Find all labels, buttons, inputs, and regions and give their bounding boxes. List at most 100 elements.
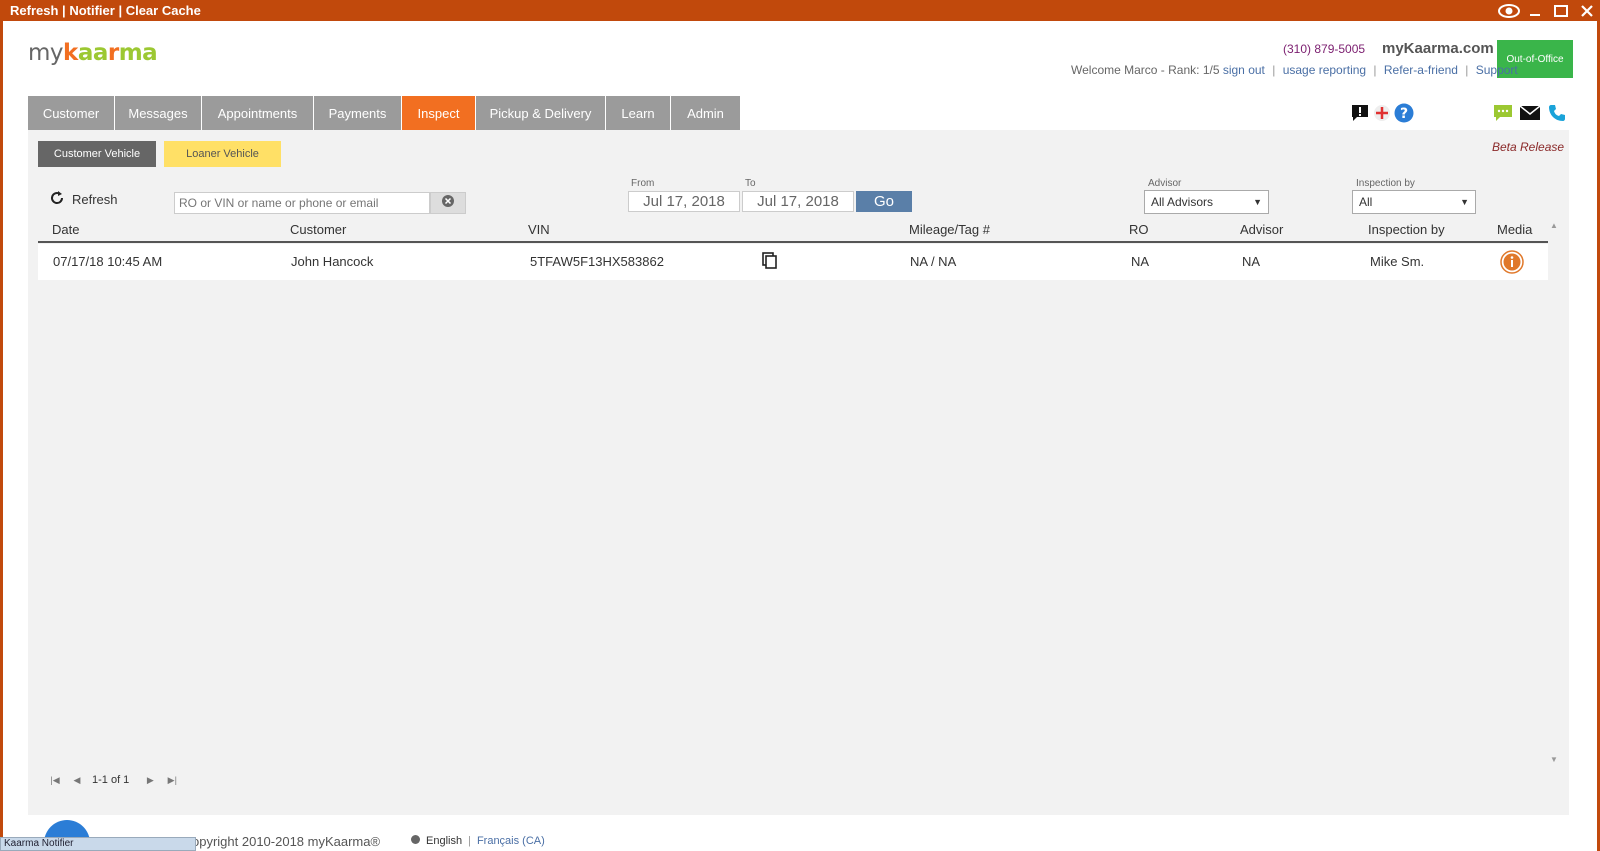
col-ro[interactable]: RO <box>1129 222 1149 237</box>
copyright-text: opyright 2010-2018 myKaarma® <box>192 834 381 849</box>
header-icons-right <box>1492 101 1568 125</box>
cell-ro: NA <box>1131 254 1150 269</box>
from-label: From <box>631 178 655 189</box>
eye-icon[interactable] <box>1496 0 1522 21</box>
to-date-input[interactable]: Jul 17, 2018 <box>742 191 854 212</box>
last-page-icon[interactable]: ▶| <box>161 775 183 786</box>
scroll-up-arrow[interactable]: ▲ <box>1550 221 1558 230</box>
cell-vin: 5TFAW5F13HX583862 <box>530 254 664 269</box>
refer-a-friend-link[interactable]: Refer-a-friend <box>1384 63 1458 77</box>
tab-inspect[interactable]: Inspect <box>402 96 476 130</box>
advisor-select[interactable]: All Advisors ▼ <box>1144 190 1269 214</box>
help-icon[interactable]: ? <box>1393 102 1415 124</box>
logo-my: my <box>28 40 64 66</box>
cell-inspection-by: Mike Sm. <box>1370 254 1425 269</box>
media-info-icon[interactable] <box>1500 250 1524 277</box>
col-customer[interactable]: Customer <box>290 222 346 237</box>
logo-aa: aa <box>77 40 109 66</box>
col-inspection-by[interactable]: Inspection by <box>1368 222 1445 237</box>
tab-pickup-delivery[interactable]: Pickup & Delivery <box>476 96 606 130</box>
logo-r: r <box>107 40 119 66</box>
tab-learn[interactable]: Learn <box>606 96 671 130</box>
titlebar-notifier-link[interactable]: Notifier <box>69 3 115 18</box>
prev-page-icon[interactable]: ◀ <box>66 775 88 786</box>
lang-english[interactable]: English <box>426 835 462 847</box>
cell-customer: John Hancock <box>291 254 374 269</box>
window-frame-left <box>0 21 3 851</box>
lang-french-ca[interactable]: Français (CA) <box>477 835 545 847</box>
tab-messages[interactable]: Messages <box>115 96 202 130</box>
tab-admin[interactable]: Admin <box>671 96 740 130</box>
refresh-button[interactable]: Refresh <box>50 191 118 208</box>
separator: | <box>1465 63 1469 77</box>
sign-out-link[interactable]: sign out <box>1223 63 1265 77</box>
separator: | <box>1373 63 1377 77</box>
titlebar-clear-cache-link[interactable]: Clear Cache <box>126 3 201 18</box>
col-media: Media <box>1497 222 1533 237</box>
col-mileage[interactable]: Mileage/Tag # <box>909 222 990 237</box>
col-date[interactable]: Date <box>52 222 79 237</box>
cell-advisor: NA <box>1242 254 1261 269</box>
inspection-by-label: Inspection by <box>1356 178 1415 189</box>
dealer-phone: (310) 879-5005 <box>1283 42 1366 56</box>
clear-search-button[interactable] <box>430 192 466 214</box>
support-link[interactable]: Support <box>1476 63 1518 77</box>
go-button[interactable]: Go <box>856 191 912 212</box>
to-label: To <box>745 178 756 189</box>
window-controls <box>1496 0 1600 21</box>
globe-icon <box>411 835 420 847</box>
titlebar-separator: | <box>118 3 123 18</box>
welcome-bar: Welcome Marco - Rank: 1/5 sign out | usa… <box>1071 63 1518 77</box>
window-titlebar: Refresh | Notifier | Clear Cache <box>0 0 1600 21</box>
customer-vehicle-button[interactable]: Customer Vehicle <box>38 141 156 167</box>
svg-text:?: ? <box>1400 106 1408 122</box>
tab-payments[interactable]: Payments <box>314 96 402 130</box>
inspection-by-select[interactable]: All ▼ <box>1352 190 1476 214</box>
col-vin[interactable]: VIN <box>528 222 550 237</box>
next-page-icon[interactable]: ▶ <box>139 775 161 786</box>
pager-info: 1-1 of 1 <box>92 774 130 786</box>
table-header: Date Customer VIN Mileage/Tag # RO Advis… <box>38 220 1548 243</box>
refresh-label: Refresh <box>72 192 118 207</box>
header-icons-left: ? <box>1349 101 1415 125</box>
feedback-icon[interactable] <box>1349 102 1371 124</box>
tab-customer[interactable]: Customer <box>28 96 115 130</box>
main-nav: Customer Messages Appointments Payments … <box>28 96 740 130</box>
loaner-vehicle-button[interactable]: Loaner Vehicle <box>164 141 281 167</box>
table-row[interactable]: 07/17/18 10:45 AM John Hancock 5TFAW5F13… <box>38 244 1548 280</box>
advisor-select-value: All Advisors <box>1151 195 1214 209</box>
minimize-icon[interactable] <box>1522 0 1548 21</box>
close-icon[interactable] <box>1574 0 1600 21</box>
advisor-label: Advisor <box>1148 178 1182 189</box>
refresh-icon <box>50 191 64 208</box>
col-advisor[interactable]: Advisor <box>1240 222 1283 237</box>
copy-icon[interactable] <box>762 252 778 273</box>
scroll-down-arrow[interactable]: ▼ <box>1550 755 1558 764</box>
mail-icon[interactable] <box>1519 102 1541 124</box>
usage-reporting-link[interactable]: usage reporting <box>1283 63 1366 77</box>
add-icon[interactable] <box>1371 102 1393 124</box>
beta-release-label: Beta Release <box>1492 140 1565 154</box>
tab-appointments[interactable]: Appointments <box>202 96 314 130</box>
inspection-by-select-value: All <box>1359 195 1373 209</box>
logo-ma: ma <box>118 40 158 66</box>
kaarma-notifier-taskbar[interactable]: Kaarma Notifier <box>0 837 196 851</box>
dropdown-arrow-icon: ▼ <box>1253 197 1262 207</box>
pagination: |◀ ◀ 1-1 of 1 ▶ ▶| <box>44 774 183 786</box>
rank-value: 1/5 <box>1202 63 1220 77</box>
mykaarma-logo: mykaarma <box>28 40 158 66</box>
titlebar-separator: | <box>62 3 66 18</box>
maximize-icon[interactable] <box>1548 0 1574 21</box>
first-page-icon[interactable]: |◀ <box>44 775 66 786</box>
dropdown-arrow-icon: ▼ <box>1460 197 1469 207</box>
phone-icon[interactable] <box>1546 102 1568 124</box>
chat-icon[interactable] <box>1492 102 1514 124</box>
language-selector: English | Français (CA) <box>411 835 545 847</box>
site-name: myKaarma.com <box>1382 40 1494 57</box>
titlebar-links: Refresh | Notifier | Clear Cache <box>10 3 201 18</box>
cell-mileage: NA / NA <box>910 254 957 269</box>
titlebar-refresh-link[interactable]: Refresh <box>10 3 58 18</box>
search-input[interactable] <box>174 192 430 214</box>
clear-icon <box>442 194 454 212</box>
from-date-input[interactable]: Jul 17, 2018 <box>628 191 740 212</box>
